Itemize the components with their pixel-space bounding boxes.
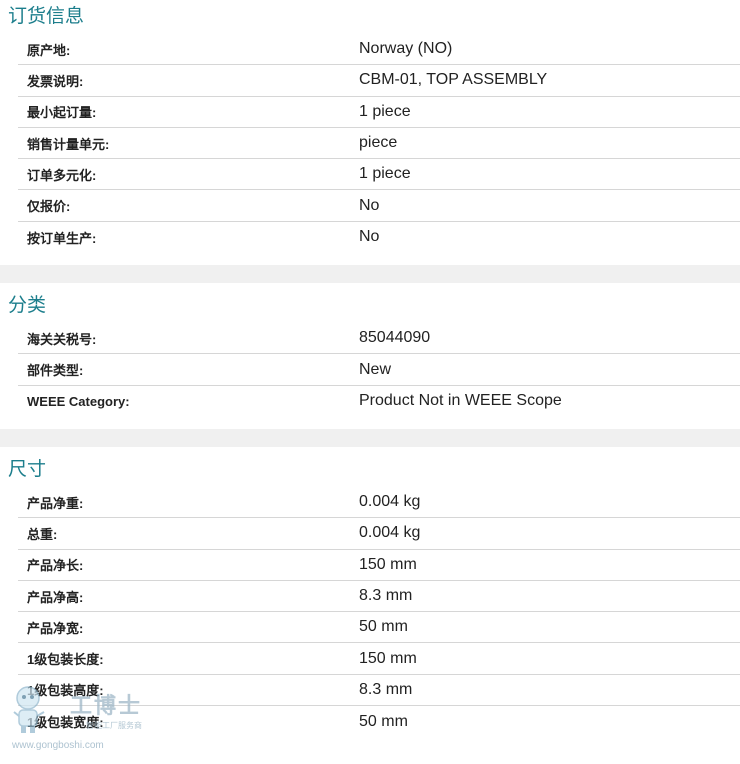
spec-value: 8.3 mm bbox=[359, 680, 413, 698]
spec-label: 发票说明: bbox=[27, 73, 84, 89]
spec-value: No bbox=[359, 228, 380, 246]
spec-label: 最小起订量: bbox=[27, 105, 97, 121]
spec-row: 订单多元化: 1 piece bbox=[18, 159, 740, 191]
watermark-url: www.gongboshi.com bbox=[12, 740, 104, 751]
dimensions-rows: 产品净重: 0.004 kg 总重: 0.004 kg 产品净长: 150 mm 产品… bbox=[0, 487, 740, 737]
spec-label: 按订单生产: bbox=[27, 230, 97, 246]
spec-row: 1级包装宽度: 50 mm bbox=[18, 706, 740, 737]
spec-row: 最小起订量: 1 piece bbox=[18, 97, 740, 128]
spec-value: 1 piece bbox=[359, 165, 411, 183]
spec-value: 8.3 mm bbox=[359, 587, 413, 604]
spec-row: 按订单生产: No bbox=[18, 222, 740, 253]
spec-label: 原产地: bbox=[27, 42, 71, 58]
classification-rows: 海关关税号: 85044090 部件类型: New WEEE Category: Pr… bbox=[0, 323, 740, 417]
spec-value: 50 mm bbox=[359, 712, 408, 730]
spec-row: 部件类型: New bbox=[18, 354, 740, 386]
section-divider bbox=[0, 265, 740, 284]
spec-label: 产品净重: bbox=[27, 495, 84, 511]
spec-value: 150 mm bbox=[359, 555, 417, 573]
spec-label: 1级包装宽度: bbox=[27, 715, 104, 731]
spec-row: 发票说明: CBM-01, TOP ASSEMBLY bbox=[18, 65, 740, 97]
spec-row: 产品净高: 8.3 mm bbox=[18, 581, 740, 613]
spec-label: 仅报价: bbox=[27, 199, 71, 215]
spec-label: 总重: bbox=[27, 526, 58, 542]
spec-value: CBM-01, TOP ASSEMBLY bbox=[359, 71, 548, 89]
spec-value: Norway (NO) bbox=[359, 40, 453, 58]
spec-row: 产品净宽: 50 mm bbox=[18, 612, 740, 644]
section-divider bbox=[0, 428, 740, 447]
spec-label: 1级包装高度: bbox=[27, 683, 104, 699]
spec-label: 部件类型: bbox=[27, 363, 84, 379]
spec-row: WEEE Category: Product Not in WEEE Scope bbox=[18, 386, 740, 417]
spec-row: 仅报价: No bbox=[18, 190, 740, 222]
spec-label: 1级包装长度: bbox=[27, 652, 104, 668]
spec-row: 原产地: Norway (NO) bbox=[18, 34, 740, 66]
ordering-info-section: 订货信息 原产地: Norway (NO) 发票说明: CBM-01, TOP AS… bbox=[0, 0, 740, 253]
section-title: 尺寸 bbox=[8, 458, 47, 480]
spec-row: 产品净长: 150 mm bbox=[18, 550, 740, 581]
spec-label: 产品净长: bbox=[27, 558, 84, 574]
classification-section: 分类 海关关税号: 85044090 部件类型: New WEEE Category… bbox=[0, 289, 740, 417]
spec-page: 订货信息 原产地: Norway (NO) 发票说明: CBM-01, TOP AS… bbox=[0, 0, 740, 737]
spec-value: 0.004 kg bbox=[359, 493, 421, 511]
spec-row: 总重: 0.004 kg bbox=[18, 518, 740, 550]
spec-value: 1 piece bbox=[359, 102, 411, 120]
spec-row: 1级包装长度: 150 mm bbox=[18, 643, 740, 675]
spec-label: 订单多元化: bbox=[27, 167, 97, 183]
spec-label: 海关关税号: bbox=[27, 331, 97, 347]
spec-value: No bbox=[359, 196, 380, 214]
spec-value: 0.004 kg bbox=[359, 524, 421, 542]
spec-row: 1级包装高度: 8.3 mm bbox=[18, 675, 740, 707]
ordering-info-rows: 原产地: Norway (NO) 发票说明: CBM-01, TOP ASSEMBL… bbox=[0, 34, 740, 253]
spec-label: 产品净宽: bbox=[27, 620, 84, 636]
spec-row: 产品净重: 0.004 kg bbox=[18, 487, 740, 519]
spec-label: WEEE Category: bbox=[27, 393, 130, 409]
spec-row: 海关关税号: 85044090 bbox=[18, 323, 740, 355]
spec-row: 销售计量单元: piece bbox=[18, 128, 740, 160]
section-title: 订货信息 bbox=[8, 6, 85, 27]
dimensions-section: 尺寸 产品净重: 0.004 kg 总重: 0.004 kg 产品净长: 150 mm… bbox=[0, 453, 740, 737]
spec-label: 销售计量单元: bbox=[27, 136, 110, 152]
spec-value: Product Not in WEEE Scope bbox=[359, 392, 562, 410]
spec-label: 产品净高: bbox=[27, 589, 84, 605]
spec-value: piece bbox=[359, 134, 398, 152]
section-title: 分类 bbox=[8, 295, 47, 317]
spec-value: 85044090 bbox=[359, 329, 431, 347]
spec-value: 150 mm bbox=[359, 649, 417, 667]
spec-value: 50 mm bbox=[359, 618, 408, 636]
spec-value: New bbox=[359, 360, 392, 378]
